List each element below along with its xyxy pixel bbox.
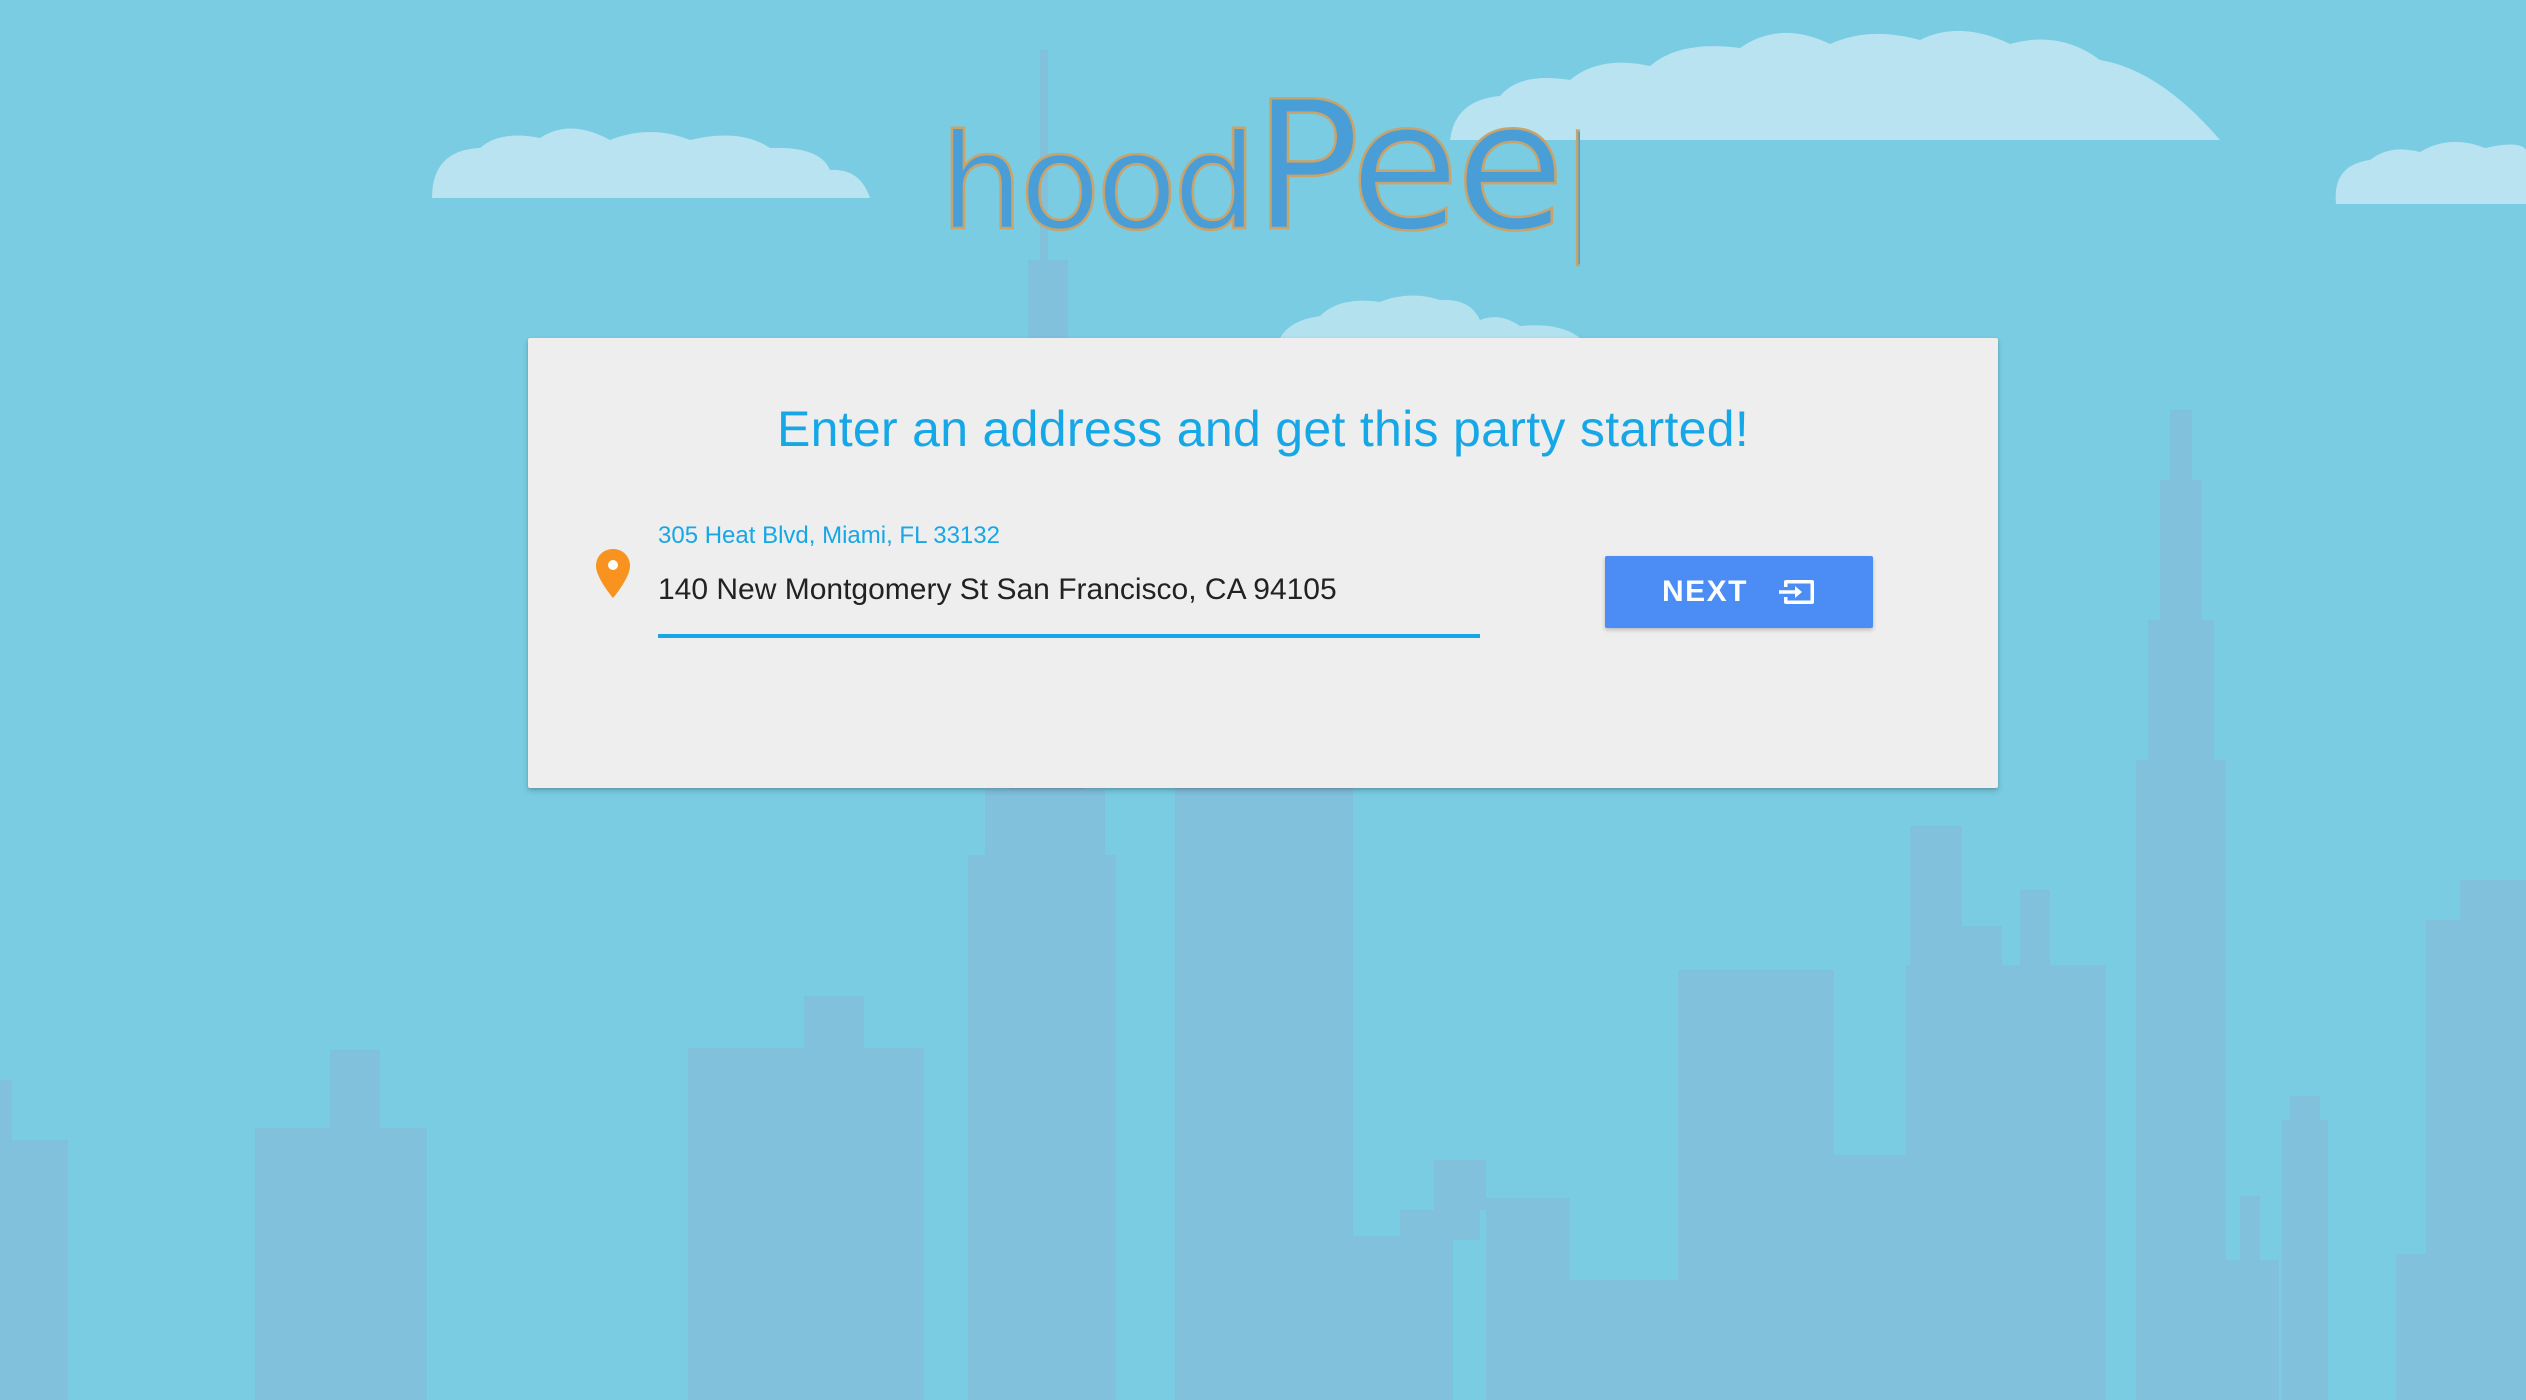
- next-button[interactable]: NEXT: [1605, 556, 1873, 628]
- address-input[interactable]: [658, 560, 1480, 620]
- page: hoodPeep Enter an address and get this p…: [0, 0, 2526, 1400]
- next-button-label: NEXT: [1661, 575, 1748, 608]
- address-field: 305 Heat Blvd, Miami, FL 33132: [658, 522, 1480, 640]
- hoodpeep-logo: hoodPeep: [940, 62, 1580, 272]
- address-card: Enter an address and get this party star…: [528, 338, 1998, 788]
- location-pin-icon: [596, 549, 630, 598]
- page-title: Enter an address and get this party star…: [776, 401, 1750, 457]
- logo-text-peep: Peep: [1253, 63, 1580, 270]
- address-field-label: 305 Heat Blvd, Miami, FL 33132: [658, 522, 1000, 549]
- address-field-underline: [658, 634, 1480, 638]
- logo-text-hood: hood: [940, 106, 1253, 260]
- svg-text:hoodPeep: hoodPeep: [940, 63, 1580, 270]
- input-arrow-icon: [1779, 580, 1814, 604]
